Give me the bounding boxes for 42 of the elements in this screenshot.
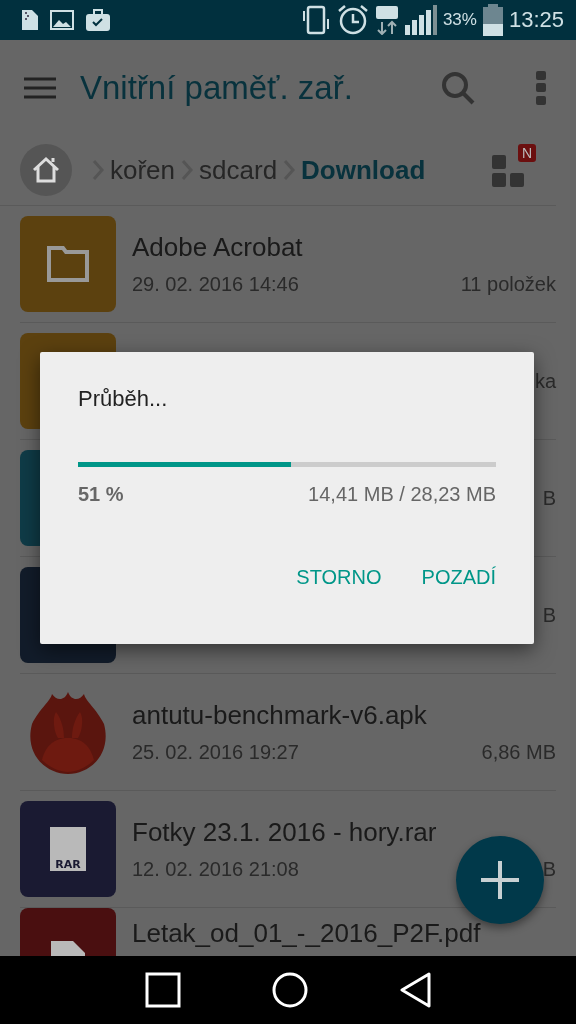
file-name[interactable]: Fotky 23.1. 2016 - hory.rar (132, 817, 556, 848)
back-icon[interactable] (398, 972, 431, 1008)
progress-percent: 51 % (78, 483, 124, 506)
briefcase-check-icon (86, 9, 110, 31)
alarm-icon (336, 4, 369, 36)
folder-icon (47, 246, 89, 282)
file-date: 25. 02. 2016 19:27 (132, 741, 299, 764)
file-size: ka (534, 369, 556, 393)
home-circle-icon[interactable] (272, 972, 308, 1008)
progress-amount: 14,41 MB / 28,23 MB (308, 483, 496, 506)
breadcrumb-item[interactable]: kořen (110, 154, 176, 186)
breadcrumb-item[interactable]: sdcard (199, 154, 278, 186)
new-badge: N (517, 144, 536, 162)
file-size: B (542, 858, 556, 881)
file-size: 6,86 MB (481, 741, 556, 764)
menu-icon[interactable] (24, 76, 56, 99)
add-button[interactable] (456, 836, 544, 924)
home-icon[interactable] (20, 144, 72, 196)
zip-file-icon (22, 10, 38, 30)
signal-icon (404, 5, 437, 35)
file-size: B (542, 486, 556, 510)
vibrate-icon (300, 5, 331, 35)
screen-title: Vnitřní paměť. zař. (80, 68, 354, 107)
file-name[interactable]: Letak_od_01_-_2016_P2F.pdf (132, 918, 556, 949)
dialog-button[interactable]: POZADÍ (421, 566, 496, 589)
dialog-title: Průběh... (78, 386, 168, 412)
file-date: 29. 02. 2016 14:46 (132, 273, 299, 296)
file-name[interactable]: Adobe Acrobat (132, 232, 556, 263)
dialog-button[interactable]: STORNO (296, 566, 382, 589)
plus-icon (481, 861, 519, 899)
file-name[interactable]: antutu-benchmark-v6.apk (132, 700, 556, 731)
battery-icon (482, 4, 503, 36)
battery-percent: 33% (442, 10, 477, 30)
lte-data-icon (374, 5, 399, 35)
image-icon (50, 10, 74, 30)
file-date: 12. 02. 2016 21:08 (132, 858, 299, 881)
breadcrumb-item[interactable]: Download (301, 154, 426, 186)
file-size: B (542, 603, 556, 627)
archive-file-icon: RAR (50, 827, 86, 871)
file-size: 11 položek (460, 273, 556, 296)
clock-time: 13:25 (508, 7, 564, 33)
recent-apps-icon[interactable] (145, 972, 182, 1008)
